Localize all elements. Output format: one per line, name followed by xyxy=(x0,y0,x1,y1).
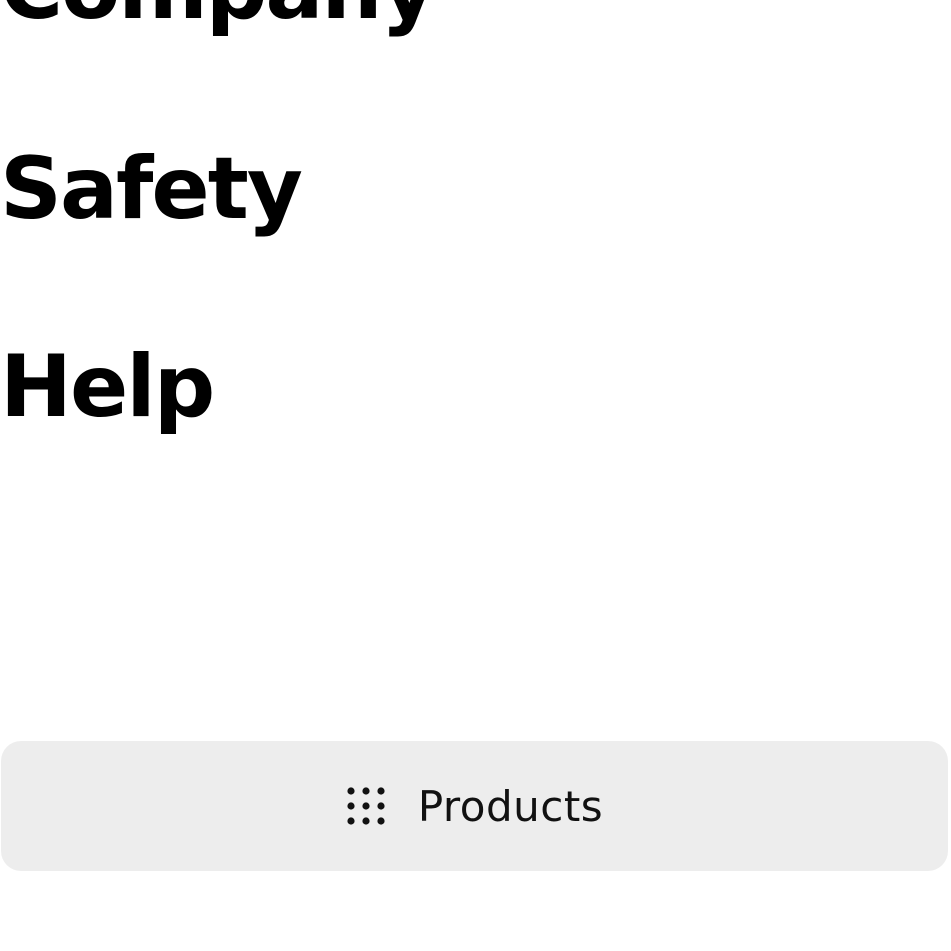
chevron-down-icon[interactable] xyxy=(913,0,929,2)
products-button-content: Products xyxy=(346,782,603,831)
nav-link-safety[interactable]: Safety xyxy=(0,146,303,232)
nav-link-company[interactable]: Company xyxy=(0,0,437,32)
grid-dots-icon xyxy=(347,787,385,825)
products-button[interactable]: Products xyxy=(1,741,948,871)
products-label: Products xyxy=(417,781,604,831)
nav-link-help[interactable]: Help xyxy=(0,344,215,430)
